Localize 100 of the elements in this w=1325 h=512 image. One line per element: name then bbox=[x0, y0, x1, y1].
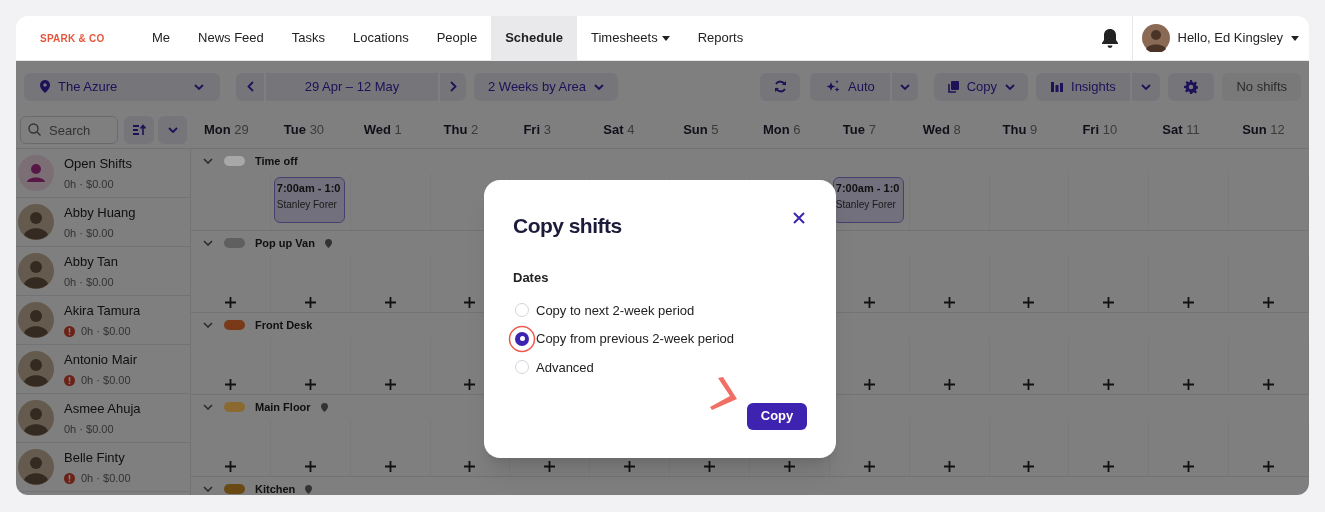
add-shift-icon[interactable] bbox=[1103, 461, 1115, 472]
copy-button[interactable]: Copy bbox=[747, 402, 807, 430]
user-avatar bbox=[1141, 24, 1170, 52]
copy-dropdown[interactable]: Copy bbox=[934, 72, 1029, 101]
add-shift-icon[interactable] bbox=[384, 297, 396, 308]
view-dropdown[interactable]: 2 Weeks by Area bbox=[474, 72, 619, 101]
add-shift-icon[interactable] bbox=[783, 461, 795, 472]
add-shift-icon[interactable] bbox=[384, 461, 396, 472]
section-label: Dates bbox=[513, 268, 550, 287]
area-name: Front Desk bbox=[255, 317, 313, 333]
insights-button[interactable]: Insights bbox=[1036, 72, 1131, 101]
add-shift-icon[interactable] bbox=[224, 461, 236, 472]
search-field[interactable]: Search bbox=[20, 116, 118, 144]
day-header: Sat 4 bbox=[603, 121, 635, 140]
add-shift-icon[interactable] bbox=[863, 297, 875, 308]
add-shift-icon[interactable] bbox=[1263, 297, 1275, 308]
shift-time: 7:00am - 1:0 bbox=[276, 181, 342, 196]
day-header: Tue 7 bbox=[842, 121, 876, 140]
auto-options-button[interactable] bbox=[892, 72, 919, 101]
chevron-down-icon[interactable] bbox=[203, 322, 213, 328]
nav-tab[interactable]: Reports bbox=[683, 16, 758, 61]
add-shift-icon[interactable] bbox=[464, 461, 476, 472]
nav-tab[interactable]: Timesheets bbox=[577, 16, 684, 61]
add-shift-icon[interactable] bbox=[544, 461, 556, 472]
sort-options-button[interactable] bbox=[158, 116, 187, 144]
nav-tab[interactable]: People bbox=[422, 16, 492, 61]
user-menu[interactable]: Hello, Ed Kingsley bbox=[1131, 16, 1309, 61]
person-name: Antonio Mair bbox=[64, 350, 137, 369]
chevron-down-icon bbox=[1005, 83, 1016, 90]
add-shift-icon[interactable] bbox=[304, 379, 316, 390]
day-header: Thu 9 bbox=[1002, 121, 1038, 140]
add-shift-icon[interactable] bbox=[1183, 379, 1195, 390]
date-range-button[interactable]: 29 Apr – 12 May bbox=[266, 72, 438, 101]
chevron-down-icon[interactable] bbox=[203, 158, 213, 164]
person-summary: 0h · $0.00 bbox=[81, 324, 131, 339]
add-shift-icon[interactable] bbox=[1023, 379, 1035, 390]
area-name: Pop up Van bbox=[255, 235, 315, 251]
add-shift-icon[interactable] bbox=[1263, 461, 1275, 472]
add-shift-icon[interactable] bbox=[943, 379, 955, 390]
add-shift-icon[interactable] bbox=[1103, 379, 1115, 390]
person-avatar bbox=[18, 449, 54, 485]
shift-person: Stanley Forer bbox=[835, 197, 897, 212]
chevron-down-icon bbox=[194, 83, 204, 90]
previous-button[interactable] bbox=[236, 72, 264, 101]
auto-button[interactable]: Auto bbox=[810, 72, 891, 101]
add-shift-icon[interactable] bbox=[624, 461, 636, 472]
shift-card[interactable]: 7:00am - 1:0 Stanley Forer bbox=[273, 177, 345, 223]
add-shift-icon[interactable] bbox=[943, 461, 955, 472]
open-shifts-avatar bbox=[18, 155, 54, 191]
add-shift-icon[interactable] bbox=[863, 379, 875, 390]
nav-tab[interactable]: Tasks bbox=[277, 16, 340, 61]
radio-option[interactable]: Copy from previous 2-week period bbox=[513, 324, 807, 353]
radio-option[interactable]: Copy to next 2-week period bbox=[513, 296, 807, 325]
add-shift-icon[interactable] bbox=[304, 297, 316, 308]
location-dropdown[interactable]: The Azure bbox=[24, 72, 220, 101]
insights-options-button[interactable] bbox=[1132, 72, 1161, 101]
close-button[interactable] bbox=[793, 212, 805, 224]
chevron-down-icon[interactable] bbox=[203, 404, 213, 410]
close-icon bbox=[793, 212, 805, 224]
add-shift-icon[interactable] bbox=[704, 461, 716, 472]
add-shift-icon[interactable] bbox=[1183, 297, 1195, 308]
settings-icon bbox=[1184, 79, 1199, 94]
add-shift-icon[interactable] bbox=[1023, 461, 1035, 472]
nav-tab[interactable]: Schedule bbox=[491, 16, 577, 61]
add-shift-icon[interactable] bbox=[943, 297, 955, 308]
refresh-button[interactable] bbox=[760, 72, 801, 101]
sort-button[interactable] bbox=[124, 116, 154, 144]
nav-tab[interactable]: Me bbox=[138, 16, 185, 61]
chevron-down-icon[interactable] bbox=[203, 240, 213, 246]
day-header: Fri 3 bbox=[523, 121, 551, 140]
person-summary: 0h · $0.00 bbox=[64, 177, 114, 192]
day-header: Fri 10 bbox=[1082, 121, 1118, 140]
add-shift-icon[interactable] bbox=[1263, 379, 1275, 390]
add-shift-icon[interactable] bbox=[1023, 297, 1035, 308]
day-header: Sat 11 bbox=[1162, 121, 1200, 140]
chevron-down-icon[interactable] bbox=[203, 486, 213, 492]
add-shift-icon[interactable] bbox=[224, 379, 236, 390]
brand-logo: SPARK & CO bbox=[40, 31, 106, 46]
person-name: Open Shifts bbox=[64, 154, 132, 173]
settings-button[interactable] bbox=[1168, 72, 1215, 101]
radio-option[interactable]: Advanced bbox=[513, 353, 807, 382]
nav-tab[interactable]: News Feed bbox=[184, 16, 278, 61]
day-header: Thu 2 bbox=[443, 121, 479, 140]
nav-tab[interactable]: Locations bbox=[339, 16, 423, 61]
shift-card[interactable]: 7:00am - 1:0 Stanley Forer bbox=[832, 177, 904, 223]
add-shift-icon[interactable] bbox=[464, 379, 476, 390]
person-name: Belle Finty bbox=[64, 448, 126, 467]
add-shift-icon[interactable] bbox=[304, 461, 316, 472]
add-shift-icon[interactable] bbox=[1103, 297, 1115, 308]
sparkles-icon bbox=[826, 79, 841, 94]
notification-bell-icon[interactable] bbox=[1100, 28, 1119, 48]
add-shift-icon[interactable] bbox=[224, 297, 236, 308]
person-avatar bbox=[18, 253, 54, 289]
add-shift-icon[interactable] bbox=[1183, 461, 1195, 472]
add-shift-icon[interactable] bbox=[863, 461, 875, 472]
next-button[interactable] bbox=[440, 72, 466, 101]
chevron-left-icon bbox=[246, 81, 254, 92]
add-shift-icon[interactable] bbox=[384, 379, 396, 390]
add-shift-icon[interactable] bbox=[464, 297, 476, 308]
shift-person: Stanley Forer bbox=[276, 197, 338, 212]
